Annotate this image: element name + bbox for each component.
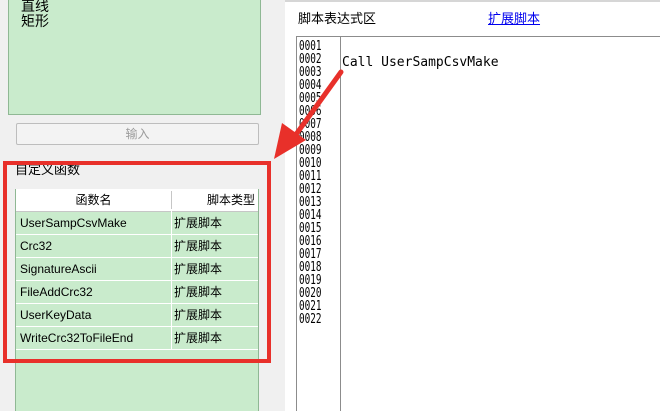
editor-label: 脚本表达式区 (298, 12, 377, 27)
code-line[interactable]: Call UserSampCsvMake (342, 55, 499, 70)
extend-script-link[interactable]: 扩展脚本 (488, 12, 540, 28)
line-number-gutter: 0001 0002 0003 0004 0005 0006 0007 0008 … (297, 37, 341, 411)
input-button[interactable]: 输入 (16, 123, 259, 145)
splitter[interactable] (275, 0, 285, 411)
line-number: 0022 (299, 312, 322, 327)
shape-item-rectangle[interactable]: 矩形 (9, 15, 260, 30)
script-editor[interactable] (296, 36, 660, 411)
shape-item-line[interactable]: 直线 (9, 0, 260, 15)
highlight-box (3, 161, 271, 363)
shape-list[interactable]: 直线 矩形 (8, 0, 261, 115)
